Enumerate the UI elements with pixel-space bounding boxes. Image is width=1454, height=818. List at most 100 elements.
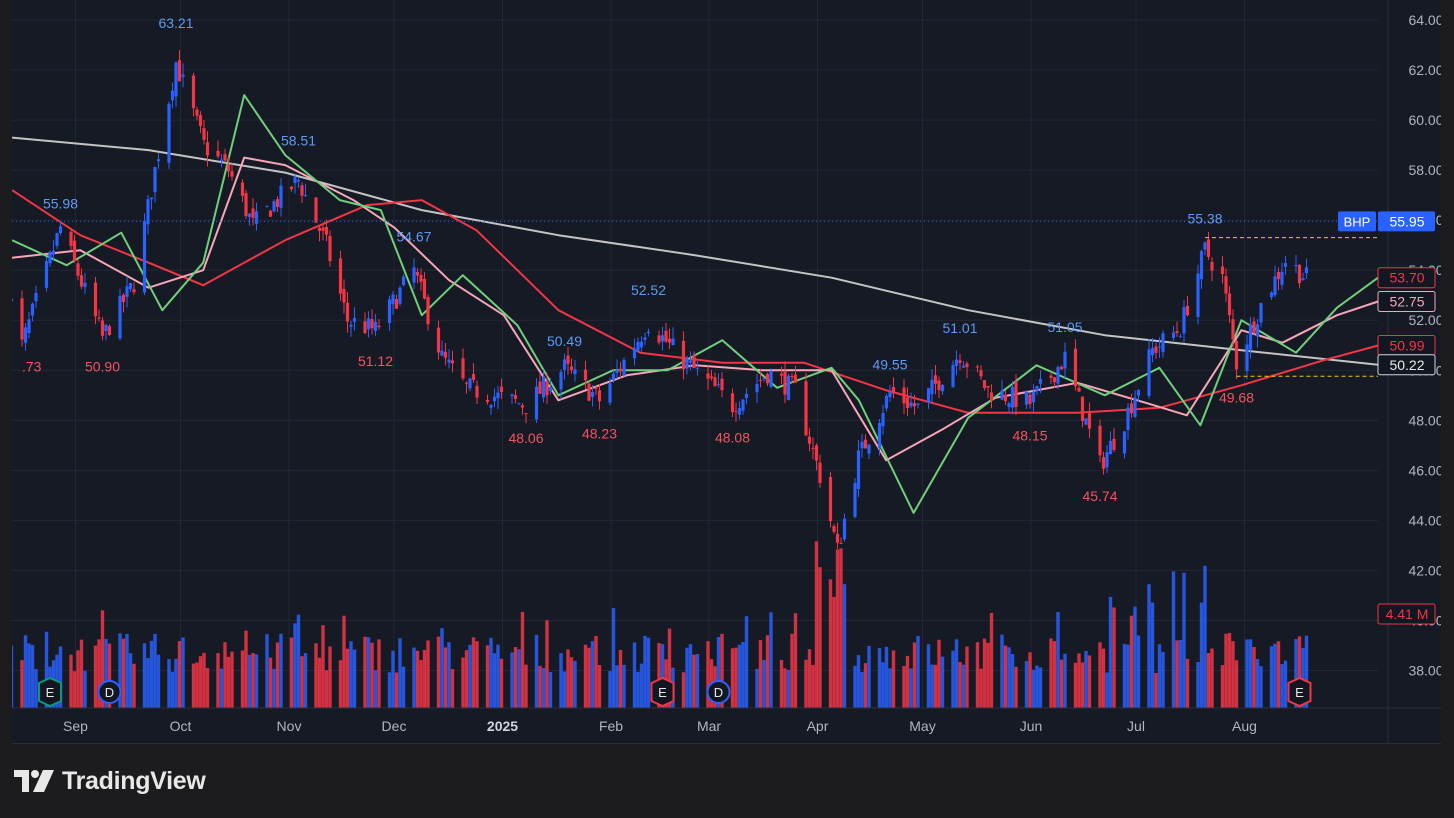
moving-average-price-tag-text: 50.22 — [1389, 357, 1424, 373]
volume-bar — [695, 654, 700, 708]
candle — [562, 353, 567, 380]
candle — [27, 311, 31, 339]
candle-body — [762, 378, 766, 380]
event-badge-letter: D — [714, 685, 723, 700]
event-badge: D — [706, 680, 731, 704]
candle — [660, 326, 665, 351]
candle — [79, 268, 84, 290]
candle-body — [181, 74, 185, 77]
time-axis-label: Mar — [697, 718, 721, 734]
candle — [1259, 302, 1263, 328]
candle-body — [954, 359, 959, 366]
candle — [583, 360, 588, 390]
candle-body — [1154, 346, 1158, 353]
candle — [762, 377, 766, 382]
moving-average-price-tag-text: 50.99 — [1389, 337, 1424, 353]
candle-body — [779, 373, 784, 376]
candle — [951, 360, 955, 388]
volume-bar — [191, 663, 196, 708]
candle-body — [177, 60, 182, 82]
candle-body — [1112, 438, 1116, 450]
candle-body — [1035, 385, 1039, 392]
price-chart[interactable]: .73 55.98 50.90 63.21 58.51 51.12 54.67 48.06 50… — [6, 0, 1444, 743]
candle — [464, 381, 469, 394]
candle-body — [1220, 266, 1225, 275]
volume-bar — [1231, 641, 1235, 708]
volume-bar — [1206, 653, 1211, 708]
volume-bar — [366, 637, 371, 708]
candle — [863, 434, 868, 449]
candle-body — [272, 201, 276, 212]
candle-body — [230, 171, 234, 177]
candle — [216, 140, 220, 159]
candle-body — [69, 231, 73, 246]
brand-name: TradingView — [62, 766, 206, 795]
volume-bar — [842, 584, 847, 708]
candle-body — [146, 199, 150, 225]
candle — [174, 61, 178, 107]
candle-body — [1171, 332, 1176, 338]
candle-body — [394, 299, 399, 309]
moving-average-price-tag: 50.99 — [1377, 334, 1436, 356]
volume-bar — [1122, 643, 1127, 708]
candle — [83, 273, 87, 295]
volume-bar — [916, 635, 920, 708]
moving-average-line — [11, 94, 1379, 514]
volume-bar — [909, 668, 913, 708]
candle — [247, 212, 252, 226]
chart-frame[interactable]: .73 55.98 50.90 63.21 58.51 51.12 54.67 48.06 50… — [6, 0, 1444, 744]
candle — [744, 388, 749, 405]
candle — [1024, 390, 1029, 409]
volume-bar — [170, 671, 175, 708]
candle — [146, 194, 150, 235]
candle-body — [265, 205, 269, 207]
volume-bar — [1112, 607, 1116, 708]
candle-body — [1077, 387, 1081, 392]
volume-bar — [1147, 584, 1151, 708]
volume-bar — [779, 660, 784, 708]
candle-body — [1014, 381, 1018, 408]
candle-body — [1056, 366, 1060, 384]
candle — [835, 522, 840, 549]
volume-bar — [317, 657, 322, 708]
candle — [867, 443, 871, 460]
candle — [765, 372, 770, 387]
candle-body — [958, 360, 962, 363]
candle — [468, 377, 472, 392]
candle-body — [597, 390, 602, 402]
candle — [1031, 384, 1036, 412]
candle — [492, 388, 497, 407]
candle-body — [121, 294, 126, 303]
candle-body — [811, 447, 815, 449]
candle-body — [632, 348, 637, 359]
candle-body — [1024, 391, 1029, 405]
candle — [538, 372, 542, 394]
volume-bar — [195, 662, 199, 708]
volume-bar — [1259, 666, 1263, 708]
candle — [902, 379, 906, 415]
candle-body — [853, 483, 857, 517]
volume-bar — [496, 644, 500, 708]
candle — [1098, 419, 1102, 463]
candle-body — [34, 292, 38, 302]
candle — [534, 378, 539, 424]
volume-bar — [289, 637, 294, 708]
event-badge-letter: E — [658, 685, 667, 700]
candle-body — [863, 439, 868, 449]
candle-body — [1206, 239, 1211, 257]
candle — [1224, 268, 1228, 303]
candle — [440, 340, 444, 357]
volume-bar — [884, 646, 889, 708]
candle-body — [20, 298, 24, 340]
candle — [1203, 241, 1207, 256]
volume-bar — [1133, 606, 1137, 708]
volume-bar — [146, 658, 150, 708]
volume-bar — [937, 639, 941, 708]
candle-body — [191, 75, 196, 109]
candle — [664, 323, 668, 344]
candle — [692, 351, 696, 369]
volume-bar — [562, 671, 567, 708]
candle-body — [415, 271, 420, 276]
volume-bar — [790, 633, 794, 708]
volume-bar — [1038, 667, 1043, 708]
